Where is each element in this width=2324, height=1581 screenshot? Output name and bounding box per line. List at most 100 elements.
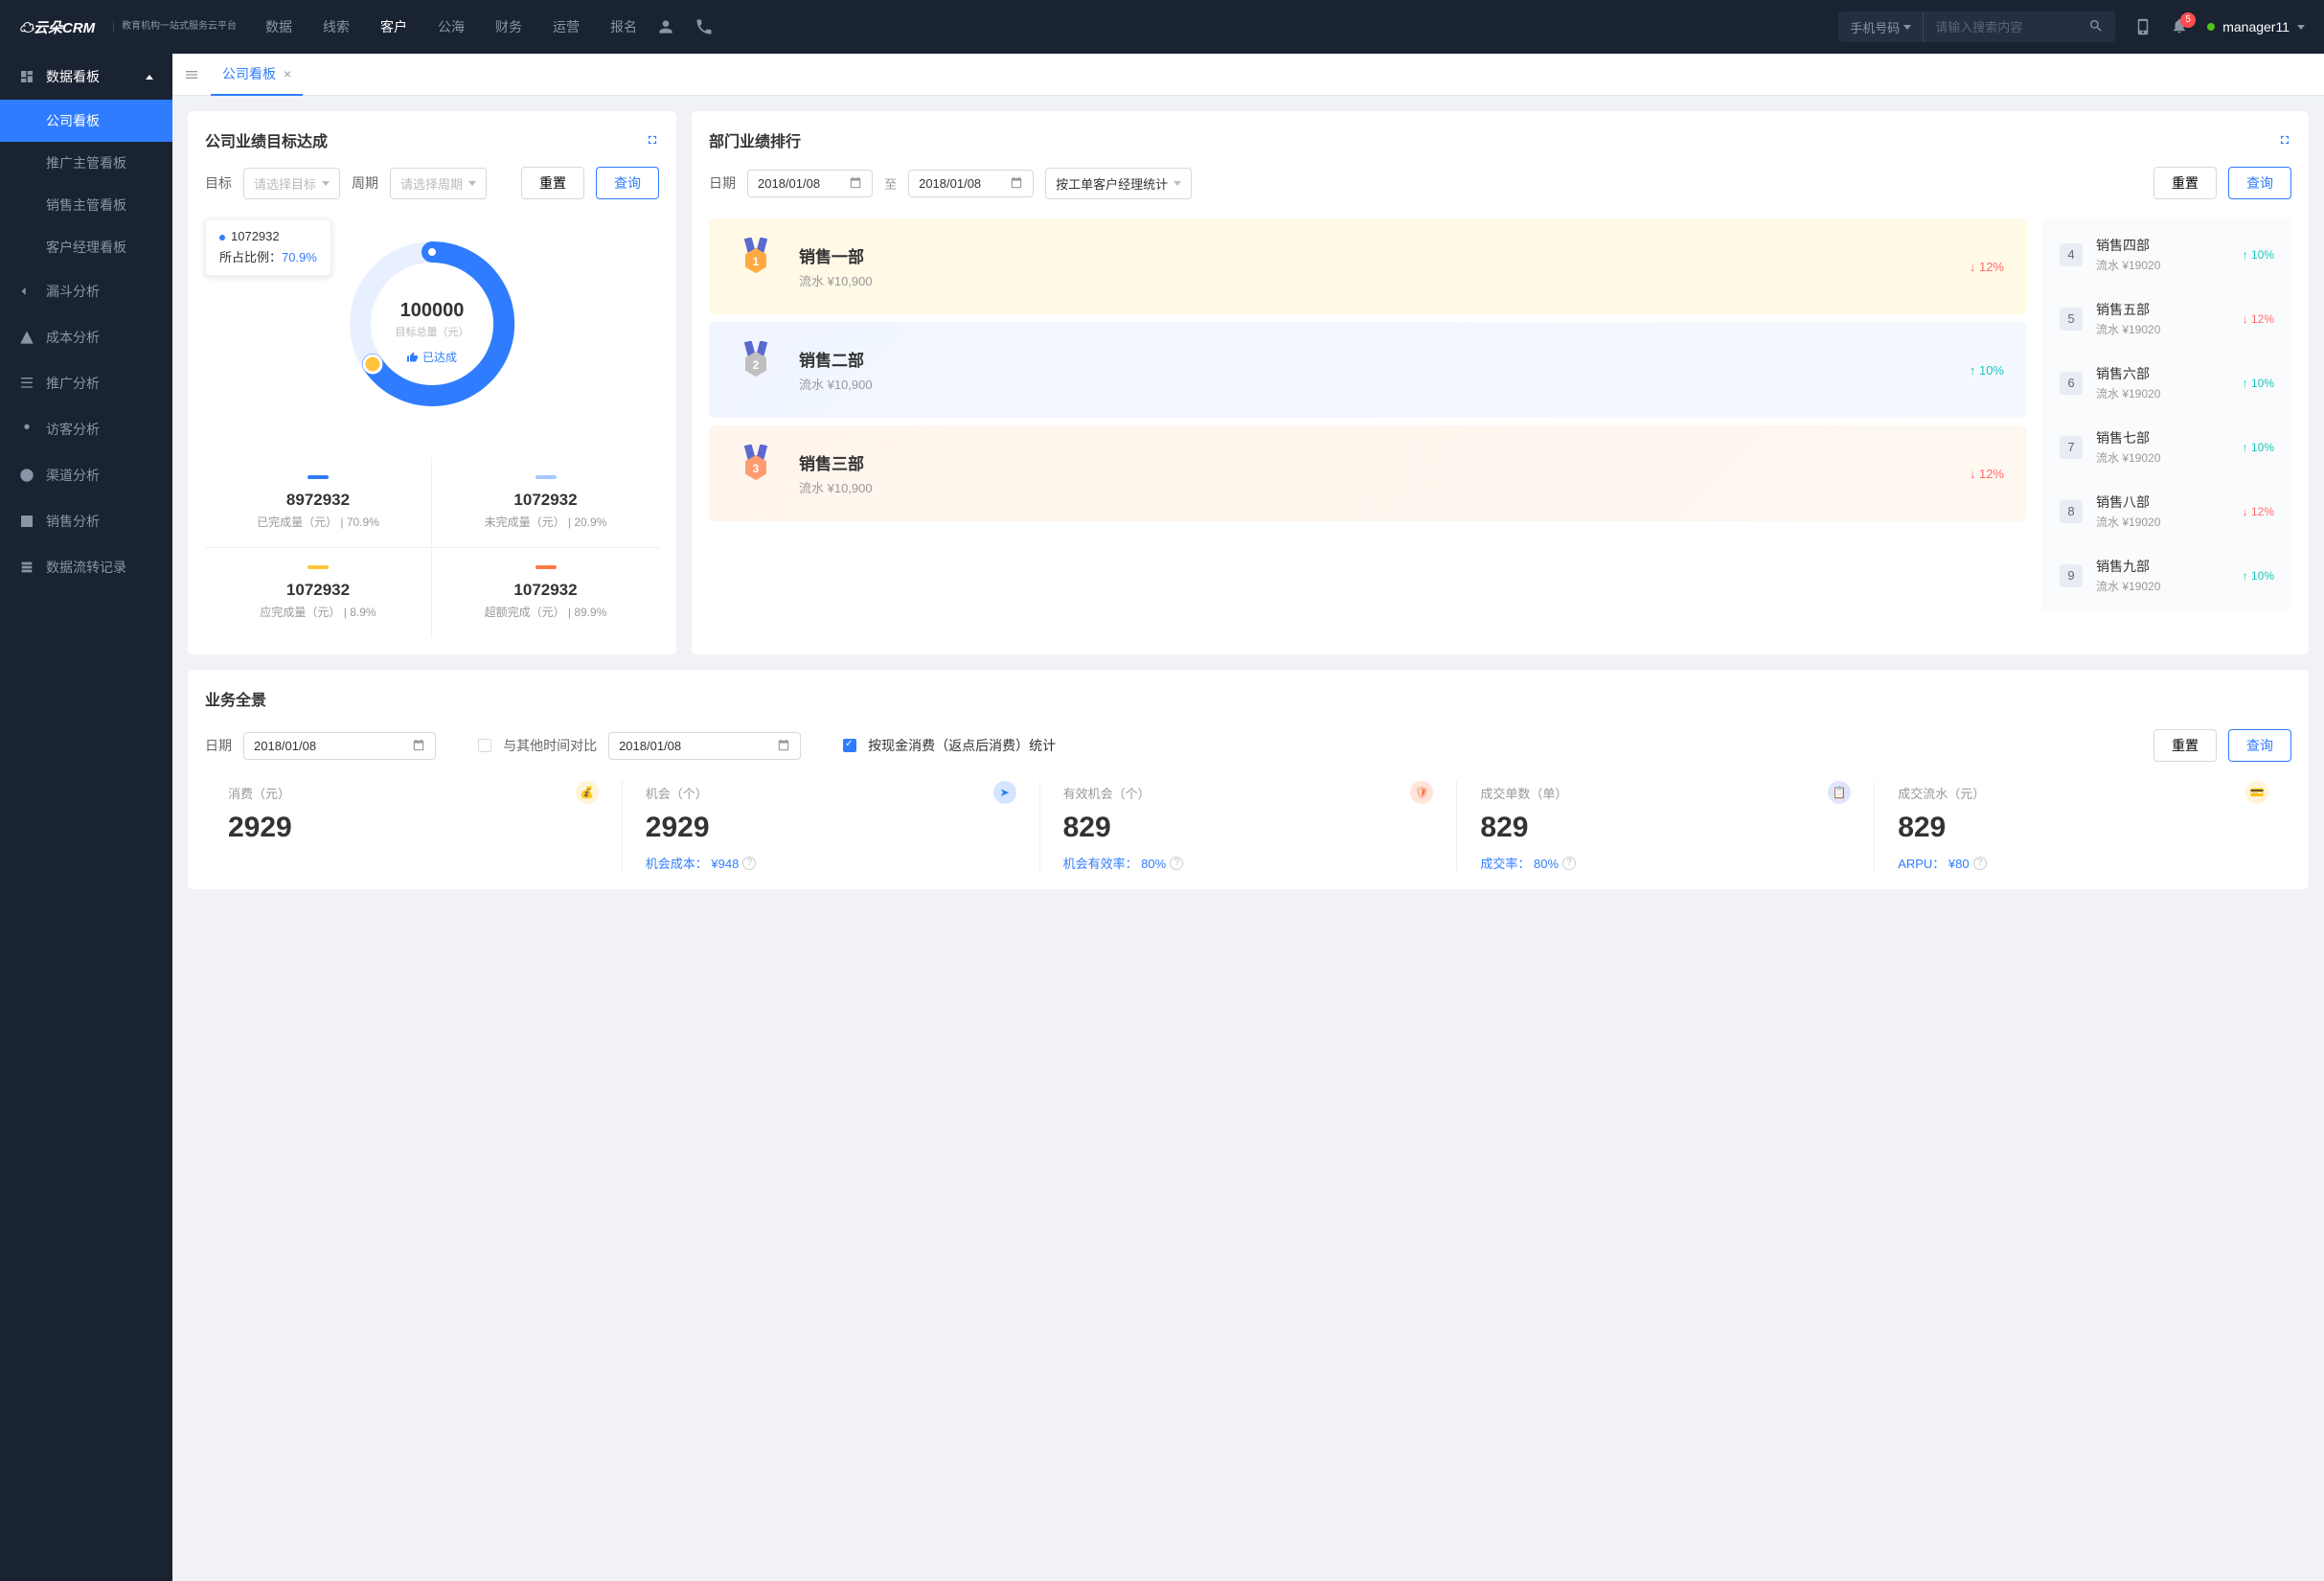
logo[interactable]: ☁云朵CRM 教育机构一站式服务云平台 (19, 12, 237, 41)
stat-0: 8972932已完成量（元） | 70.9% (205, 458, 432, 548)
card-dept-ranking: 部门业绩排行 日期 2018/01/08 至 2018/01/08 按工单客户经… (692, 111, 2309, 654)
sidebar-item-4[interactable]: 渠道分析 (0, 452, 172, 498)
nav-运营[interactable]: 运营 (553, 17, 580, 36)
collapse-icon[interactable] (184, 67, 199, 82)
sidebar-item-0[interactable]: 漏斗分析 (0, 268, 172, 314)
username: manager11 (2222, 19, 2290, 34)
date-separator: 至 (884, 174, 897, 193)
notification-bell[interactable]: 5 (2171, 17, 2188, 37)
search-input[interactable] (1924, 20, 2077, 34)
query-button[interactable]: 查询 (596, 167, 659, 199)
rank-item-5: 5销售五部流水 ¥19020↓ 12% (2042, 286, 2291, 351)
kpi-2: 有效机会（个）🛡829机会有效率： 80% ? (1040, 781, 1458, 872)
calendar-icon (412, 739, 425, 752)
user-menu[interactable]: manager11 (2207, 19, 2305, 34)
query-button[interactable]: 查询 (2228, 167, 2291, 199)
sidebar-item-6[interactable]: 数据流转记录 (0, 544, 172, 590)
reset-button[interactable]: 重置 (2153, 729, 2217, 762)
expand-icon[interactable] (2278, 133, 2291, 147)
date-label: 日期 (205, 736, 232, 755)
kpi-4: 成交流水（元）💳829ARPU： ¥80 ? (1875, 781, 2291, 872)
target-label: 目标 (205, 173, 232, 193)
cash-label: 按现金消费（返点后消费）统计 (868, 736, 1056, 755)
reset-button[interactable]: 重置 (2153, 167, 2217, 199)
stat-1: 1072932未完成量（元） | 20.9% (432, 458, 659, 548)
date-from-input[interactable]: 2018/01/08 (747, 170, 873, 197)
nav-客户[interactable]: 客户 (380, 17, 407, 36)
nav-公海[interactable]: 公海 (438, 17, 465, 36)
sidebar: 数据看板 公司看板推广主管看板销售主管看板客户经理看板 漏斗分析成本分析推广分析… (0, 54, 172, 1581)
sidebar-sub-3[interactable]: 客户经理看板 (0, 226, 172, 268)
compare-checkbox[interactable] (478, 739, 491, 752)
tabs-bar: 公司看板 × (172, 54, 2324, 96)
search-group: 手机号码 (1838, 11, 2115, 42)
calendar-icon (1010, 176, 1023, 190)
status-dot (2207, 23, 2215, 31)
date-label: 日期 (709, 173, 736, 193)
logo-tagline: 教育机构一站式服务云平台 (113, 21, 237, 33)
date-to-input[interactable]: 2018/01/08 (908, 170, 1034, 197)
period-label: 周期 (352, 173, 378, 193)
nav-报名[interactable]: 报名 (610, 17, 637, 36)
card-title: 公司业绩目标达成 (205, 128, 328, 151)
header: ☁云朵CRM 教育机构一站式服务云平台 数据线索客户公海财务运营报名 手机号码 … (0, 0, 2324, 54)
kpi-1: 机会（个）➤2929机会成本： ¥948 ? (623, 781, 1040, 872)
sidebar-sub-2[interactable]: 销售主管看板 (0, 184, 172, 226)
kpi-row: 消费（元）💰2929机会（个）➤2929机会成本： ¥948 ?有效机会（个）🛡… (205, 781, 2291, 872)
stats-grid: 8972932已完成量（元） | 70.9%1072932未完成量（元） | 2… (205, 458, 659, 637)
rank-rest-list: 4销售四部流水 ¥19020↑ 10%5销售五部流水 ¥19020↓ 12%6销… (2042, 218, 2291, 611)
expand-icon[interactable] (646, 133, 659, 147)
rank-card-2: 2销售二部流水 ¥10,900↑ 10% (709, 322, 2027, 418)
nav-线索[interactable]: 线索 (323, 17, 350, 36)
calendar-icon (849, 176, 862, 190)
mobile-icon[interactable] (2134, 18, 2152, 35)
period-select[interactable]: 请选择周期 (390, 168, 487, 199)
header-right: 5 manager11 (2134, 17, 2305, 37)
compare-date-input[interactable]: 2018/01/08 (608, 732, 801, 760)
rank-item-4: 4销售四部流水 ¥19020↑ 10% (2042, 222, 2291, 286)
close-icon[interactable]: × (284, 66, 291, 81)
sidebar-sub-1[interactable]: 推广主管看板 (0, 142, 172, 184)
phone-icon[interactable] (695, 17, 714, 36)
stat-by-select[interactable]: 按工单客户经理统计 (1045, 168, 1192, 199)
sidebar-items: 漏斗分析成本分析推广分析访客分析渠道分析销售分析数据流转记录 (0, 268, 172, 590)
card-target-achievement: 公司业绩目标达成 目标 请选择目标 周期 请选择周期 重置 查询 (188, 111, 676, 654)
chevron-down-icon (2297, 25, 2305, 30)
sidebar-item-2[interactable]: 推广分析 (0, 360, 172, 406)
sidebar-item-5[interactable]: 销售分析 (0, 498, 172, 544)
sidebar-subs: 公司看板推广主管看板销售主管看板客户经理看板 (0, 100, 172, 268)
query-button[interactable]: 查询 (2228, 729, 2291, 762)
rank-card-1: 1销售一部流水 ¥10,900↓ 12% (709, 218, 2027, 314)
kpi-0: 消费（元）💰2929 (205, 781, 623, 872)
sidebar-item-3[interactable]: 访客分析 (0, 406, 172, 452)
nav-icons (656, 17, 714, 36)
sidebar-group-dashboard[interactable]: 数据看板 (0, 54, 172, 100)
search-type-select[interactable]: 手机号码 (1838, 11, 1924, 42)
cash-checkbox[interactable] (843, 739, 856, 752)
kpi-3: 成交单数（单）📋829成交率： 80% ? (1457, 781, 1875, 872)
top3-list: 1销售一部流水 ¥10,900↓ 12%2销售二部流水 ¥10,900↑ 10%… (709, 218, 2027, 611)
svg-text:3: 3 (753, 462, 760, 475)
user-icon[interactable] (656, 17, 675, 36)
notif-badge: 5 (2180, 12, 2196, 28)
rank-item-6: 6销售六部流水 ¥19020↑ 10% (2042, 351, 2291, 415)
svg-text:1: 1 (753, 255, 760, 268)
reset-button[interactable]: 重置 (521, 167, 584, 199)
search-button[interactable] (2077, 18, 2115, 36)
donut-chart: 1072932 所占比例：70.9% 100000 目标总量（ (205, 218, 659, 439)
rank-item-7: 7销售七部流水 ¥19020↑ 10% (2042, 415, 2291, 479)
donut-center: 100000 目标总量（元） 已达成 (396, 300, 469, 366)
top-nav: 数据 线索 客户 公海 财务 运营 报名 (265, 17, 637, 36)
stat-3: 1072932超额完成（元） | 89.9% (432, 548, 659, 637)
stat-2: 1072932应完成量（元） | 8.9% (205, 548, 432, 637)
nav-财务[interactable]: 财务 (495, 17, 522, 36)
rank-item-9: 9销售九部流水 ¥19020↑ 10% (2042, 543, 2291, 607)
sidebar-sub-0[interactable]: 公司看板 (0, 100, 172, 142)
nav-数据[interactable]: 数据 (265, 17, 292, 36)
tab-company-dashboard[interactable]: 公司看板 × (211, 54, 303, 96)
date-input[interactable]: 2018/01/08 (243, 732, 436, 760)
target-select[interactable]: 请选择目标 (243, 168, 340, 199)
dashboard-icon (19, 69, 34, 84)
sidebar-item-1[interactable]: 成本分析 (0, 314, 172, 360)
thumbs-up-icon (407, 352, 419, 363)
